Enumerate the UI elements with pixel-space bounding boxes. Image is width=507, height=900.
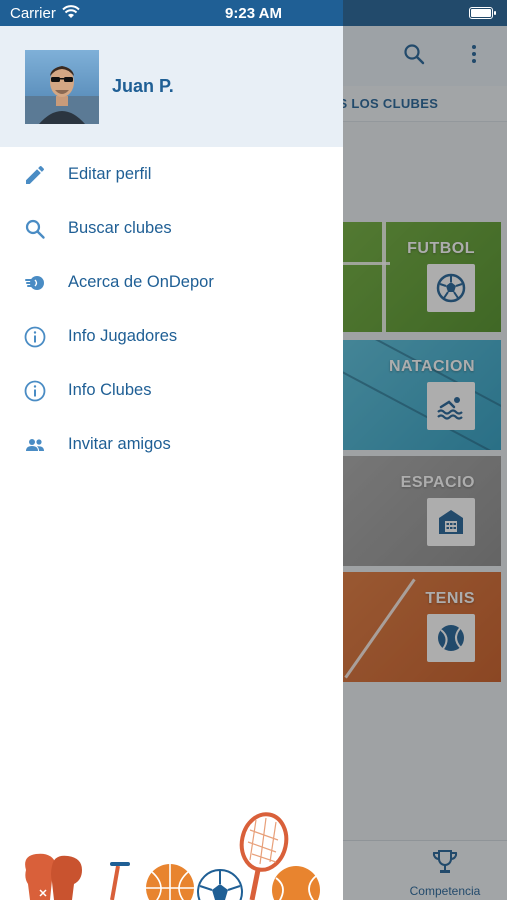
menu-item-label: Buscar clubes bbox=[68, 219, 172, 237]
user-name[interactable]: Juan P. bbox=[112, 76, 174, 97]
info-icon bbox=[23, 379, 47, 403]
menu-item-invitar-amigos[interactable]: Invitar amigos bbox=[0, 418, 343, 472]
menu-item-label: Editar perfil bbox=[68, 165, 152, 183]
battery-icon bbox=[469, 7, 496, 19]
ondepor-logo-icon bbox=[23, 271, 47, 295]
sports-illustration bbox=[25, 812, 320, 900]
drawer-header: Juan P. bbox=[0, 26, 343, 147]
basketball-icon bbox=[146, 864, 194, 900]
pencil-icon bbox=[23, 163, 47, 187]
menu-item-acerca-de[interactable]: Acerca de OnDepor bbox=[0, 256, 343, 310]
menu-item-info-clubes[interactable]: Info Clubes bbox=[0, 364, 343, 418]
status-bar: Carrier 9:23 AM bbox=[0, 0, 507, 26]
menu-item-info-jugadores[interactable]: Info Jugadores bbox=[0, 310, 343, 364]
boxing-gloves-icon bbox=[25, 853, 82, 900]
menu-item-label: Invitar amigos bbox=[68, 435, 171, 453]
people-icon bbox=[23, 433, 47, 457]
avatar[interactable] bbox=[25, 50, 99, 124]
menu-item-label: Acerca de OnDepor bbox=[68, 273, 214, 291]
menu-item-editar-perfil[interactable]: Editar perfil bbox=[0, 148, 343, 202]
menu-item-label: Info Jugadores bbox=[68, 327, 178, 345]
search-icon bbox=[23, 217, 47, 241]
soccer-ball-icon bbox=[197, 869, 243, 900]
scooter-icon bbox=[110, 862, 130, 900]
menu-item-label: Info Clubes bbox=[68, 381, 152, 399]
status-time: 9:23 AM bbox=[225, 5, 282, 22]
info-icon bbox=[23, 325, 47, 349]
tennis-ball-icon bbox=[272, 866, 320, 900]
menu-item-buscar-clubes[interactable]: Buscar clubes bbox=[0, 202, 343, 256]
navigation-drawer: Juan P. Editar perfil Buscar clubes Acer… bbox=[0, 0, 343, 900]
drawer-menu: Editar perfil Buscar clubes Acerca de On… bbox=[0, 148, 343, 472]
